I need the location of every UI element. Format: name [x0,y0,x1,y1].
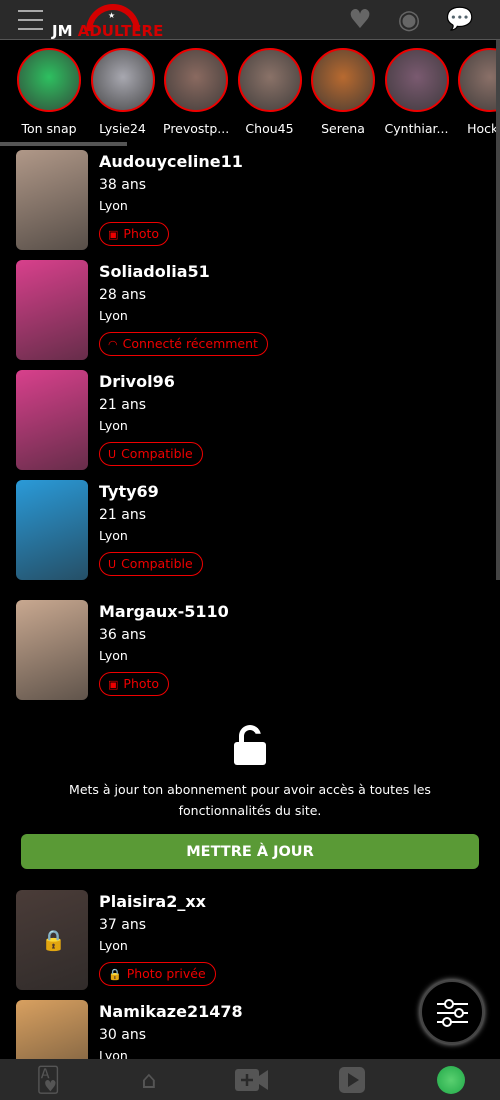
profile-age: 37 ans [99,917,147,933]
story-label: Prevostp... [163,121,230,136]
profile-card[interactable]: Margaux-5110 36 ans Lyon ▣ Photo [16,600,486,700]
story-avatar[interactable] [164,48,228,112]
profile-card[interactable]: Drivol96 21 ans Lyon Ս Compatible [16,370,486,470]
profile-name[interactable]: Tyty69 [99,482,159,501]
wifi-icon: ◠ [108,338,118,351]
story-avatar[interactable] [384,48,449,112]
story-item[interactable]: Serena [310,48,376,136]
profile-age: 21 ans [99,507,147,523]
sliders-icon [437,999,468,1027]
story-label: Cynthiar... [384,121,449,136]
profile-city: Lyon [99,648,128,663]
story-label: Chou45 [245,121,294,136]
profile-avatar[interactable] [437,1066,465,1094]
unlock-icon [232,725,268,765]
profile-photo[interactable] [16,600,88,700]
profile-card[interactable]: 🔒 Plaisira2_xx 37 ans Lyon 🔒 Photo privée [16,890,486,990]
profile-name[interactable]: Drivol96 [99,372,175,391]
cards-heart-icon[interactable]: 🂱 [34,1066,62,1094]
story-avatar[interactable] [237,48,302,112]
lock-icon: 🔒 [41,928,66,952]
profile-age: 30 ans [99,1027,147,1043]
header: ★ JM ADULTERE ♥ ◉ 💬 [0,0,500,40]
profile-city: Lyon [99,528,128,543]
story-label: Hockey [467,121,500,136]
profile-badge: 🔒 Photo privée [99,962,216,986]
profile-name[interactable]: Plaisira2_xx [99,892,206,911]
profile-badge: ◠ Connecté récemment [99,332,268,356]
bottom-nav: 🂱 ⌂ [0,1059,500,1100]
story-item[interactable]: Ton snap [16,48,82,136]
horizontal-scrollbar[interactable] [0,142,127,146]
profile-age: 38 ans [99,177,147,193]
profile-name[interactable]: Namikaze21478 [99,1002,243,1021]
profile-badge: Ս Compatible [99,552,203,576]
profile-card[interactable]: Tyty69 21 ans Lyon Ս Compatible [16,480,486,580]
story-label: Ton snap [21,121,77,136]
photo-icon: ▣ [108,228,119,241]
profile-card[interactable]: Audouyceline11 38 ans Lyon ▣ Photo [16,150,486,250]
profile-photo[interactable]: 🔒 [16,890,88,990]
profile-photo[interactable] [16,150,88,250]
profile-age: 21 ans [99,397,147,413]
filter-button[interactable] [420,980,484,1044]
story-label: Serena [321,121,365,136]
profile-name[interactable]: Soliadolia51 [99,262,210,281]
profile-badge: Ս Compatible [99,442,203,466]
profile-photo[interactable] [16,480,88,580]
story-avatar[interactable] [458,48,500,112]
profile-name[interactable]: Margaux-5110 [99,602,229,621]
profile-card[interactable]: Soliadolia51 28 ans Lyon ◠ Connecté récemm… [16,260,486,360]
heart-icon[interactable]: ♥ [345,6,375,34]
logo[interactable]: ★ JM ADULTERE [52,2,172,40]
profile-age: 28 ans [99,287,147,303]
story-item[interactable]: Prevostp... [163,48,229,136]
chat-icon[interactable]: 💬 [445,6,475,34]
home-icon[interactable]: ⌂ [135,1066,163,1094]
play-icon[interactable] [338,1066,366,1094]
profile-city: Lyon [99,418,128,433]
magnet-icon: Ս [108,448,117,461]
menu-icon[interactable] [18,10,43,30]
magnet-icon: Ս [108,558,117,571]
photo-icon: ▣ [108,678,119,691]
story-label: Lysie24 [99,121,146,136]
profile-city: Lyon [99,198,128,213]
profile-name[interactable]: Audouyceline11 [99,152,243,171]
profile-badge: ▣ Photo [99,672,170,696]
upgrade-section: Mets à jour ton abonnement pour avoir ac… [0,725,500,869]
story-item[interactable]: Chou45 [237,48,303,136]
video-add-icon[interactable] [235,1066,269,1094]
profile-age: 36 ans [99,627,147,643]
upgrade-button[interactable]: METTRE À JOUR [21,834,479,869]
story-avatar[interactable] [90,48,155,112]
vertical-scrollbar[interactable] [496,40,500,580]
stories-row[interactable]: Ton snap Lysie24 Prevostp... Chou45 Serena Cy… [0,48,500,143]
profile-photo[interactable] [16,370,88,470]
upgrade-message: Mets à jour ton abonnement pour avoir ac… [69,782,431,818]
profile-photo[interactable] [16,260,88,360]
story-item[interactable]: Cynthiar... [384,48,450,136]
story-item[interactable]: Lysie24 [90,48,156,136]
story-item[interactable]: Hockey [457,48,500,136]
profile-city: Lyon [99,308,128,323]
story-avatar[interactable] [17,48,81,112]
story-avatar[interactable] [311,48,375,112]
profile-badge: ▣ Photo [99,222,170,246]
profile-city: Lyon [99,938,128,953]
lock-icon: 🔒 [108,968,122,981]
eye-icon[interactable]: ◉ [394,6,424,34]
